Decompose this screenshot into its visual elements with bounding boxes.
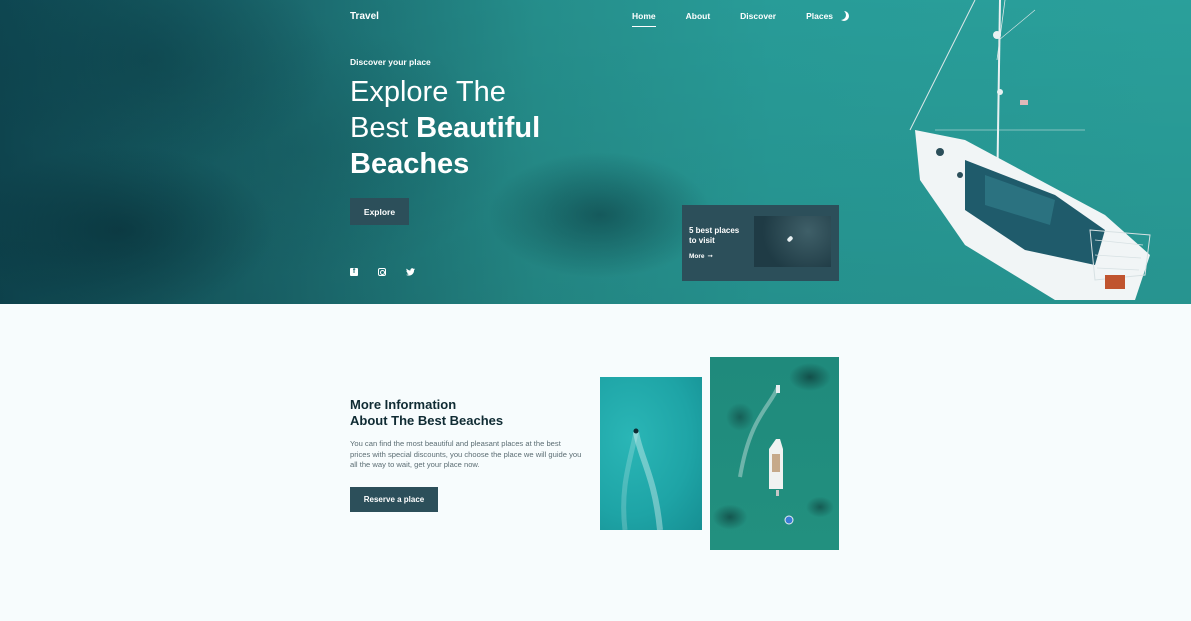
boat-photo-1 bbox=[600, 377, 702, 530]
info-title-line2: About The Best Beaches bbox=[350, 413, 504, 428]
moon-icon[interactable] bbox=[839, 11, 849, 21]
boat-image bbox=[786, 235, 794, 243]
reserve-button[interactable]: Reserve a place bbox=[350, 487, 438, 512]
promo-thumbnail bbox=[754, 216, 831, 267]
social-links: f bbox=[350, 268, 434, 276]
nav-about[interactable]: About bbox=[686, 11, 711, 27]
explore-button[interactable]: Explore bbox=[350, 198, 409, 225]
promo-more-link[interactable]: More ➞ bbox=[689, 252, 713, 261]
info-title-line1: More Information bbox=[350, 397, 457, 412]
facebook-icon[interactable]: f bbox=[350, 268, 358, 276]
info-description: You can find the most beautiful and plea… bbox=[350, 439, 582, 469]
promo-card[interactable]: 5 best places to visit More ➞ bbox=[682, 205, 839, 281]
twitter-icon[interactable] bbox=[406, 268, 415, 276]
boat-photo-2 bbox=[710, 357, 839, 550]
hero-title-line1: Explore The bbox=[350, 76, 506, 108]
nav-places[interactable]: Places bbox=[806, 11, 833, 27]
nav-home[interactable]: Home bbox=[632, 11, 656, 27]
info-title: More Information About The Best Beaches bbox=[350, 397, 503, 429]
promo-more-label: More bbox=[689, 252, 705, 260]
nav-discover[interactable]: Discover bbox=[740, 11, 776, 27]
hero-title: Explore The Best Beautiful Beaches bbox=[350, 74, 540, 182]
hero-section: Travel Home About Discover Places Discov… bbox=[0, 0, 1191, 304]
hero-title-line2-bold: Beautiful bbox=[416, 112, 541, 144]
promo-text: 5 best places to visit bbox=[689, 226, 740, 245]
yacht-image bbox=[909, 0, 1151, 300]
site-logo[interactable]: Travel bbox=[350, 11, 379, 22]
hero-title-line3: Beaches bbox=[350, 148, 470, 180]
hero-subtitle: Discover your place bbox=[350, 57, 431, 67]
main-nav: Home About Discover Places bbox=[632, 11, 873, 27]
instagram-icon[interactable] bbox=[378, 268, 386, 276]
hero-title-line2-regular: Best bbox=[350, 112, 417, 144]
arrow-right-icon: ➞ bbox=[707, 253, 713, 260]
